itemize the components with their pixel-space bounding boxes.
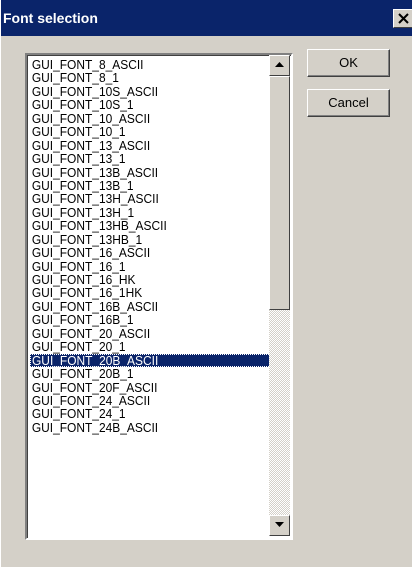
font-list-item[interactable]: GUI_FONT_10_ASCII [30, 112, 252, 125]
font-list-item[interactable]: GUI_FONT_20_ASCII [30, 327, 252, 340]
arrow-down-icon [275, 522, 284, 527]
font-list-item[interactable]: GUI_FONT_20B_ASCII [30, 352, 271, 368]
cancel-button[interactable]: Cancel [307, 89, 390, 117]
font-list-item[interactable]: GUI_FONT_20_1 [30, 340, 252, 353]
font-list-item[interactable]: GUI_FONT_20B_1 [30, 367, 252, 380]
title-bar[interactable]: Font selection [1, 0, 412, 36]
scroll-down-button[interactable] [269, 515, 290, 536]
font-list-item[interactable]: GUI_FONT_8_1 [30, 71, 252, 84]
font-list-item-label: GUI_FONT_24B_ASCII [31, 419, 159, 435]
ok-button[interactable]: OK [307, 49, 390, 77]
font-list-item[interactable]: GUI_FONT_13H_1 [30, 206, 252, 219]
font-listbox[interactable]: GUI_FONT_8_ASCII GUI_FONT_8_1 GUI_FONT_10S… [25, 53, 293, 540]
font-list-item[interactable]: GUI_FONT_10S_ASCII [30, 85, 252, 98]
font-list-item[interactable]: GUI_FONT_20F_ASCII [30, 381, 252, 394]
font-list-item[interactable]: GUI_FONT_24_1 [30, 407, 252, 420]
font-list-item[interactable]: GUI_FONT_24_ASCII [30, 394, 252, 407]
font-selection-dialog: Font selection GUI_FONT_8_ASCII GUI_FONT_… [0, 0, 412, 567]
font-list-item[interactable]: GUI_FONT_13B_1 [30, 179, 252, 192]
font-list-item[interactable]: GUI_FONT_13HB_ASCII [30, 219, 252, 232]
font-list-item[interactable]: GUI_FONT_16_1HK [30, 286, 252, 299]
font-list-item[interactable]: GUI_FONT_16B_ASCII [30, 300, 252, 313]
font-list-item[interactable]: GUI_FONT_16_ASCII [30, 246, 252, 259]
scroll-thumb[interactable] [269, 76, 290, 310]
font-list-item[interactable]: GUI_FONT_13HB_1 [30, 233, 252, 246]
font-list-item[interactable]: GUI_FONT_10_1 [30, 125, 252, 138]
font-list-item[interactable]: GUI_FONT_13B_ASCII [30, 166, 252, 179]
font-list-item[interactable]: GUI_FONT_24B_ASCII [30, 421, 252, 434]
font-list-item[interactable]: GUI_FONT_16B_1 [30, 313, 252, 326]
dialog-title: Font selection [3, 10, 98, 26]
vertical-scrollbar[interactable] [269, 55, 290, 536]
font-list-item[interactable]: GUI_FONT_13_ASCII [30, 139, 252, 152]
font-list[interactable]: GUI_FONT_8_ASCII GUI_FONT_8_1 GUI_FONT_10S… [30, 58, 271, 536]
font-list-item[interactable]: GUI_FONT_16_1 [30, 260, 252, 273]
font-list-item[interactable]: GUI_FONT_16_HK [30, 273, 252, 286]
arrow-up-icon [275, 62, 284, 67]
font-list-item[interactable]: GUI_FONT_10S_1 [30, 98, 252, 111]
font-list-item[interactable]: GUI_FONT_13_1 [30, 152, 252, 165]
font-list-item[interactable]: GUI_FONT_8_ASCII [30, 58, 252, 71]
close-icon [398, 13, 409, 24]
font-list-item[interactable]: GUI_FONT_13H_ASCII [30, 192, 252, 205]
scroll-up-button[interactable] [269, 55, 290, 76]
font-list-item-label: GUI_FONT_20B_ASCII [32, 352, 159, 368]
close-button[interactable] [393, 9, 412, 28]
